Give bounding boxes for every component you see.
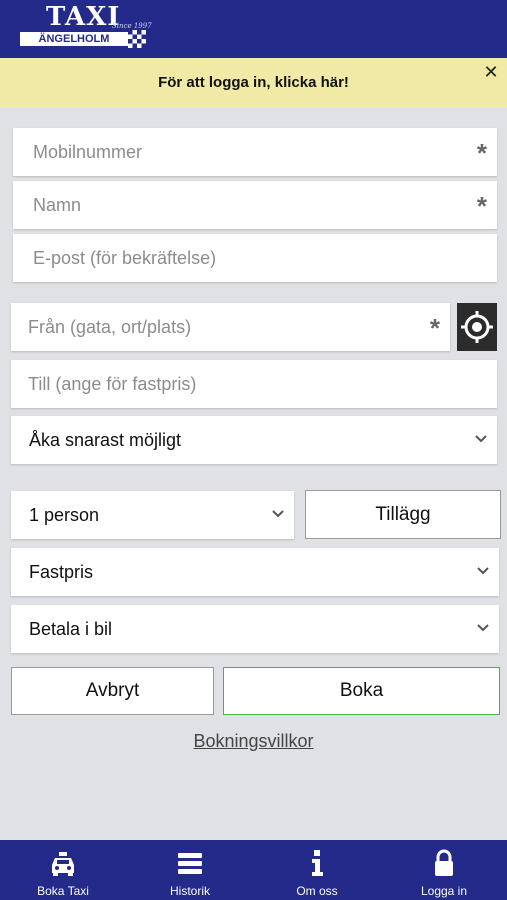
to-placeholder: Till (ange för fastpris) [28, 374, 197, 394]
chevron-down-icon [272, 510, 284, 518]
mobile-placeholder: Mobilnummer [33, 142, 143, 162]
extras-button[interactable]: Tillägg [305, 490, 501, 539]
tab-label: Historik [169, 884, 210, 898]
tab-book-taxi[interactable]: Boka Taxi [0, 840, 126, 900]
login-banner-text[interactable]: För att logga in, klicka här! [0, 74, 507, 91]
book-button[interactable]: Boka [223, 667, 500, 715]
logo-title: TAXI [46, 2, 121, 32]
logo-since: Since 1997 [112, 22, 152, 30]
persons-value: 1 person [29, 505, 100, 525]
crosshair-icon [461, 311, 493, 343]
chevron-down-icon [475, 435, 487, 443]
tab-about[interactable]: Om oss [254, 840, 380, 900]
from-field[interactable]: Från (gata, ort/plats) * [11, 303, 450, 351]
tab-history[interactable]: Historik [127, 840, 253, 900]
tab-bar: Boka Taxi Historik Om oss Logga in [0, 840, 507, 900]
tab-label: Logga in [420, 884, 468, 898]
taxi-icon [52, 852, 74, 876]
payment-value: Betala i bil [29, 619, 113, 639]
logo-city: ÄNGELHOLM [20, 32, 128, 46]
chevron-down-icon [477, 567, 489, 575]
chevron-down-icon [477, 624, 489, 632]
tab-label: Om oss [296, 884, 338, 898]
close-icon[interactable]: ✕ [481, 62, 501, 82]
taxi-logo: TAXI Since 1997 ÄNGELHOLM [14, 2, 154, 52]
app-header: TAXI Since 1997 ÄNGELHOLM [0, 0, 507, 58]
terms-link[interactable]: Bokningsvillkor [0, 731, 507, 752]
lock-icon [435, 849, 453, 876]
info-icon [312, 850, 323, 876]
name-placeholder: Namn [33, 195, 82, 215]
required-mark: * [429, 313, 440, 343]
persons-select[interactable]: 1 person [11, 491, 294, 539]
price-value: Fastpris [29, 562, 94, 582]
menu-icon [178, 853, 202, 874]
email-field[interactable]: E-post (för bekräftelse) [13, 234, 497, 282]
cancel-button[interactable]: Avbryt [11, 667, 214, 715]
when-select[interactable]: Åka snarast möjligt [11, 416, 497, 464]
to-field[interactable]: Till (ange för fastpris) [11, 360, 497, 408]
when-value: Åka snarast möjligt [29, 430, 182, 450]
payment-select[interactable]: Betala i bil [11, 605, 499, 653]
price-select[interactable]: Fastpris [11, 548, 499, 596]
name-field[interactable]: Namn * [13, 181, 497, 229]
from-placeholder: Från (gata, ort/plats) [28, 317, 192, 337]
tab-label: Boka Taxi [37, 884, 89, 898]
login-banner[interactable]: För att logga in, klicka här! ✕ [0, 58, 507, 108]
email-placeholder: E-post (för bekräftelse) [33, 248, 217, 268]
mobile-field[interactable]: Mobilnummer * [13, 128, 497, 176]
required-mark: * [476, 191, 487, 221]
required-mark: * [476, 138, 487, 168]
checker-flag-icon [128, 30, 146, 48]
tab-login[interactable]: Logga in [381, 840, 507, 900]
locate-button[interactable] [457, 303, 497, 351]
